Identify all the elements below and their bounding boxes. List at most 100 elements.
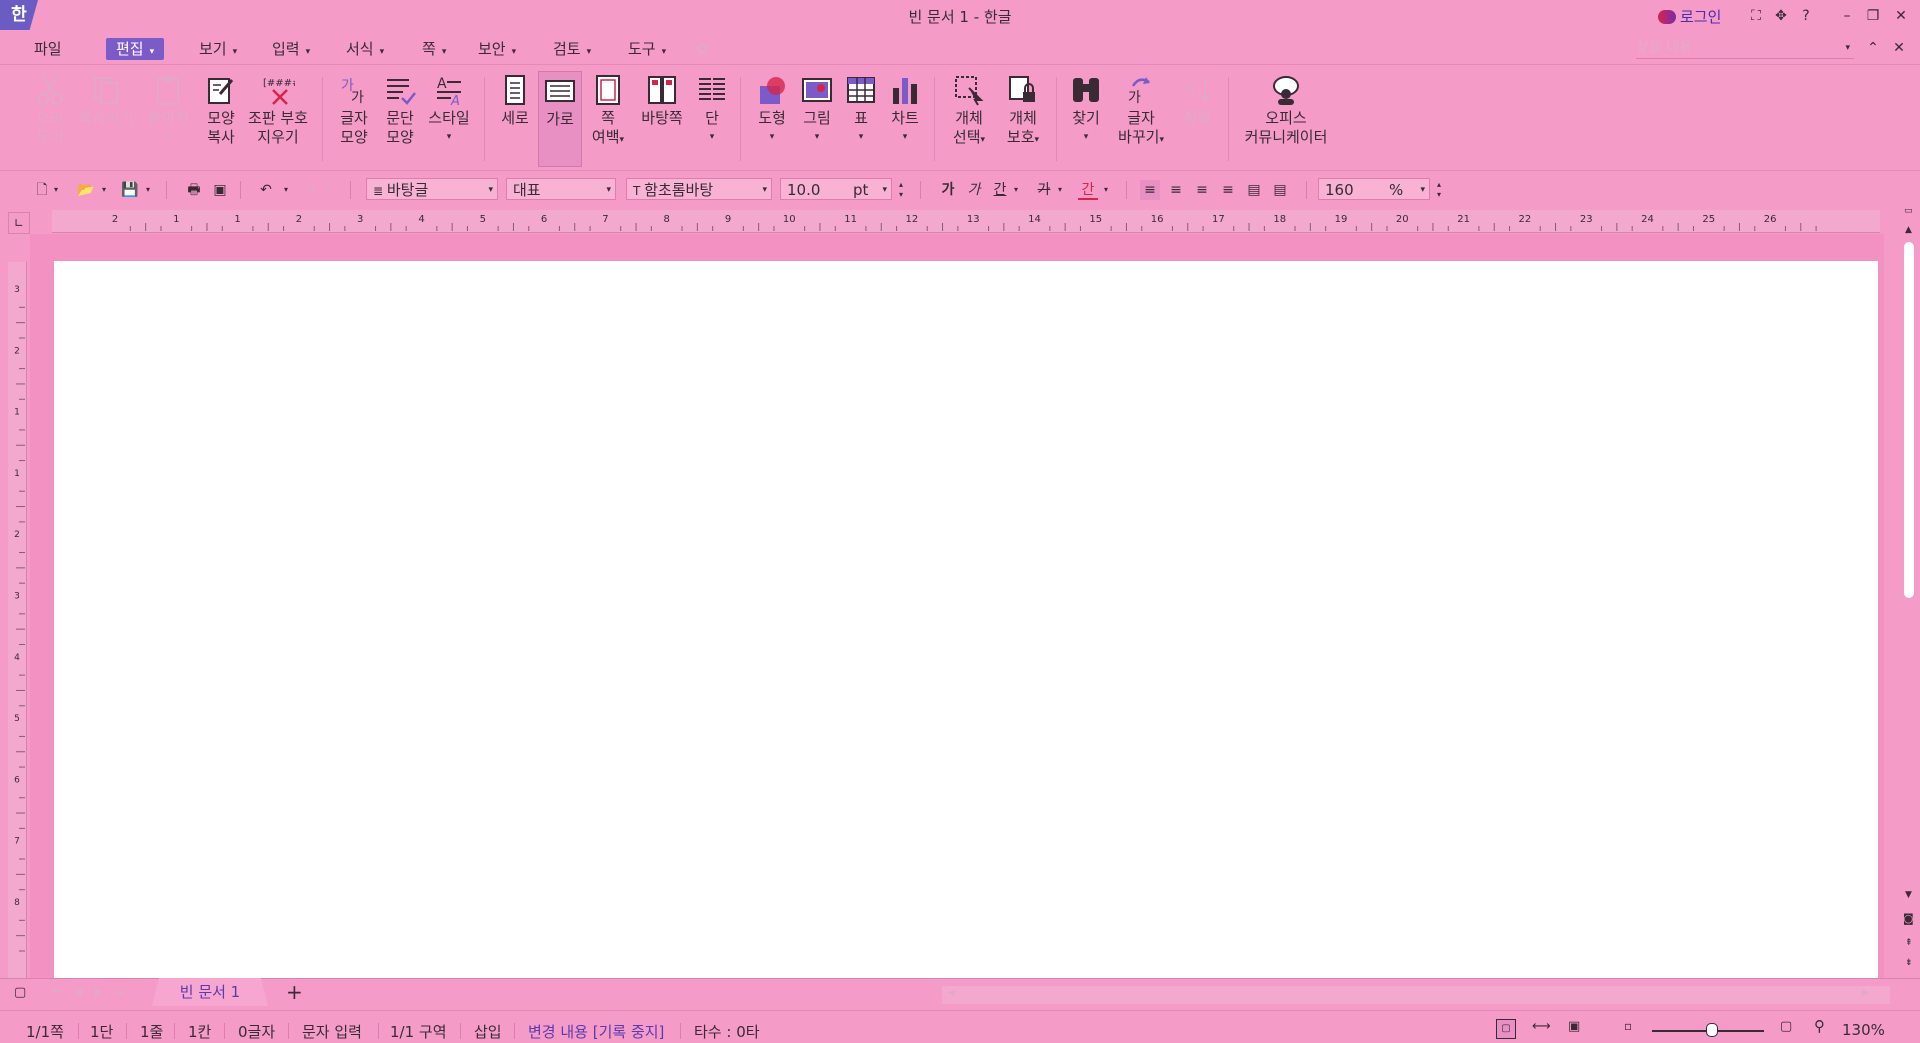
horizontal-ruler[interactable]: 2 1 1 2 3 4 5 6 7 8 9 10 11 12 13 14 15 16 17 18 19 20 21 22 23 2… (52, 210, 1880, 233)
font-select[interactable]: T 함초롬바탕 ▾ (626, 178, 772, 200)
status-zoom[interactable]: 130% (1842, 1021, 1885, 1039)
object-protect-button[interactable]: 개체 보호▾ (998, 71, 1048, 167)
add-tab-button[interactable]: + (286, 980, 303, 1004)
paragraph-style-select[interactable]: ≣ 바탕글 ▾ (366, 178, 498, 200)
cut-button[interactable]: 오려 두기 (28, 71, 72, 167)
menu-insert[interactable]: 입력 ▾ (268, 38, 314, 60)
portrait-button[interactable]: 세로 (494, 71, 536, 167)
picture-button[interactable]: 그림 ▾ (796, 71, 838, 167)
chart-button[interactable]: 차트 ▾ (884, 71, 926, 167)
chevron-down-icon[interactable]: ▾ (98, 180, 110, 200)
chevron-down-icon[interactable]: ▾ (50, 180, 62, 200)
language-select[interactable]: 대표 ▾ (506, 178, 616, 200)
close-button[interactable]: ✕ (1890, 6, 1912, 26)
open-folder-icon[interactable]: 📂 (76, 180, 96, 200)
object-select-button[interactable]: 개체 선택▾ (944, 71, 994, 167)
replace-button[interactable]: 가 글자 바꾸기▾ (1110, 71, 1172, 167)
close-doc-icon[interactable]: ✕ (1888, 38, 1910, 58)
horizontal-scrollbar[interactable] (942, 986, 1890, 1004)
redo-icon[interactable]: ↷ (300, 180, 320, 200)
zoom-slider-thumb[interactable] (1706, 1023, 1718, 1037)
page-view-icon[interactable]: ▢ (1496, 1019, 1516, 1039)
chevron-down-icon[interactable]: ▾ (322, 180, 334, 200)
copy-button[interactable]: 복사하기 (76, 71, 136, 167)
menu-review[interactable]: 검토 ▾ (549, 38, 595, 60)
menu-view[interactable]: 보기 ▾ (195, 38, 241, 60)
chevron-down-icon[interactable]: ▾ (142, 180, 154, 200)
align-center-icon[interactable]: ≡ (1192, 180, 1212, 200)
menu-file[interactable]: 파일 (30, 38, 66, 60)
scroll-left-icon[interactable]: ◀ (948, 988, 955, 998)
bold-button[interactable]: 가 (938, 180, 958, 200)
zoom-input[interactable]: 160% ▾ (1318, 178, 1430, 200)
magnifier-icon[interactable]: ⚲ (1814, 1017, 1825, 1035)
table-button[interactable]: 표 ▾ (840, 71, 882, 167)
para-shape-button[interactable]: 문단 모양 (378, 71, 422, 167)
underline-button[interactable]: 간 (990, 180, 1010, 200)
menu-page[interactable]: 쪽 ▾ (418, 38, 450, 60)
collapse-ribbon-icon[interactable]: ⌃ (1862, 38, 1884, 58)
chevron-down-icon[interactable]: ▾ (1100, 180, 1112, 200)
tab-nav-icons[interactable]: ⏮◀▶⏭ (52, 985, 137, 999)
save-icon[interactable]: 💾 (120, 180, 140, 200)
select-browse-icon[interactable]: ◙ (1903, 912, 1914, 925)
tab-document[interactable]: 빈 문서 1 (152, 978, 268, 1006)
shape-button[interactable]: 도형 ▾ (750, 71, 794, 167)
paste-button[interactable]: 붙이기 ▾ (144, 71, 192, 167)
ruler-corner-button[interactable]: ∟ (8, 212, 30, 234)
chevron-down-icon[interactable]: ▾ (280, 180, 292, 200)
char-shape-button[interactable]: 가가 글자 모양 (332, 71, 376, 167)
divide-icon[interactable]: ▤ (1270, 180, 1290, 200)
columns-button[interactable]: 단 ▾ (692, 71, 732, 167)
find-button[interactable]: 찾기 ▾ (1066, 71, 1106, 167)
align-justify-icon[interactable]: ≡ (1140, 180, 1160, 200)
fullscreen-icon[interactable]: ⛶ (1745, 6, 1767, 26)
zoom-stepper[interactable]: ▴ ▾ (1432, 180, 1446, 200)
office-communicator-button[interactable]: 오피스 커뮤니케이터 (1236, 71, 1336, 167)
distribute-icon[interactable]: ▤ (1244, 180, 1264, 200)
align-right-icon[interactable]: ≡ (1218, 180, 1238, 200)
size-stepper[interactable]: ▴ ▾ (894, 180, 908, 200)
minimize-button[interactable]: – (1836, 6, 1858, 26)
status-input-mode[interactable]: 문자 입력 (302, 1021, 362, 1042)
puzzle-icon[interactable]: ✿ (692, 38, 713, 60)
print-preview-icon[interactable]: ▣ (210, 180, 230, 200)
document-page[interactable] (54, 261, 1878, 978)
style-button[interactable]: AA 스타일 ▾ (424, 71, 474, 167)
scrollbar-thumb[interactable] (1904, 242, 1914, 598)
zoom-out-icon[interactable]: ▫ (1624, 1019, 1632, 1033)
menu-tools[interactable]: 도구 ▾ (624, 38, 670, 60)
menu-format[interactable]: 서식 ▾ (342, 38, 388, 60)
clear-marks-button[interactable]: [####] 조판 부호지우기 (246, 71, 310, 167)
font-color-button[interactable]: 간 (1078, 180, 1098, 200)
status-page[interactable]: 1/1쪽 (26, 1021, 64, 1042)
align-left-icon[interactable]: ≡ (1166, 180, 1186, 200)
restore-button[interactable]: ❐ (1862, 6, 1884, 26)
scroll-down-icon[interactable]: ▼ (1905, 890, 1912, 900)
strikethrough-button[interactable]: 가 (1034, 180, 1054, 200)
prev-page-icon[interactable]: ⇞ (1905, 938, 1913, 948)
zoom-in-icon[interactable]: ▢ (1780, 1019, 1792, 1034)
landscape-button[interactable]: 가로 (538, 71, 582, 167)
master-page-button[interactable]: 바탕쪽 (636, 71, 688, 167)
next-page-icon[interactable]: ⇟ (1905, 958, 1913, 968)
chevron-down-icon[interactable]: ▾ (1010, 180, 1022, 200)
menu-edit[interactable]: 편집 ▾ (106, 38, 165, 60)
tab-list-icon[interactable]: ▢ (14, 985, 26, 1000)
scroll-right-icon[interactable]: ▶ (1862, 988, 1869, 998)
move-icon[interactable]: ✥ (1770, 6, 1792, 26)
width-view-icon[interactable]: ⟷ (1532, 1019, 1551, 1034)
scroll-split-icon[interactable]: ▭ (1904, 206, 1913, 216)
help-icon[interactable]: ? (1795, 6, 1817, 26)
chevron-down-icon[interactable]: ▾ (1054, 180, 1066, 200)
undo-icon[interactable]: ↶ (256, 180, 276, 200)
status-track-changes[interactable]: 변경 내용 [기록 중지] (528, 1021, 664, 1042)
full-view-icon[interactable]: ▣ (1568, 1019, 1580, 1034)
scroll-up-icon[interactable]: ▲ (1905, 225, 1912, 235)
menu-security[interactable]: 보안 ▾ (474, 38, 520, 60)
format-painter-button[interactable]: 모양 복사 (198, 71, 244, 167)
italic-button[interactable]: 가 (964, 180, 984, 200)
vertical-ruler[interactable]: 3 2 1 1 2 3 4 5 6 7 8 (8, 262, 27, 978)
status-insert-mode[interactable]: 삽입 (474, 1021, 502, 1042)
font-size-input[interactable]: 10.0 pt ▾ (780, 178, 892, 200)
